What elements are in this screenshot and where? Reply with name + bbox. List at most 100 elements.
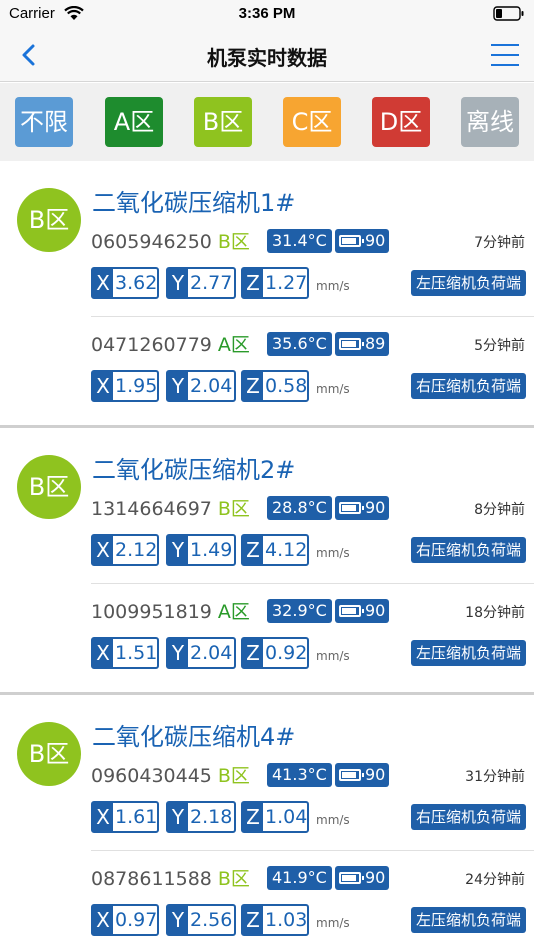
battery-level-icon: [339, 769, 364, 781]
sensor-id-number: 0878611588: [91, 868, 212, 890]
sensor-position-badge: 右压缩机负荷端: [410, 373, 526, 399]
zone-filter-bar: 不限 A区 B区 C区 D区 离线: [0, 83, 534, 161]
vibration-y-readout: Y 1.49: [166, 534, 236, 566]
axis-x-value: 1.95: [115, 375, 158, 397]
battery-level-icon: [339, 338, 364, 350]
last-update-time: 5分钟前: [474, 338, 525, 354]
axis-x-label: X: [93, 536, 113, 564]
sensor-id: 0471260779 A区: [91, 330, 250, 357]
axis-y-label: Y: [168, 536, 188, 564]
vibration-unit: mm/s: [316, 649, 350, 663]
vibration-z-readout: Z 1.04: [241, 801, 309, 833]
battery-percent: 90: [365, 601, 386, 620]
sensor-id-number: 0605946250: [91, 231, 212, 253]
sensor-zone: B区: [217, 765, 250, 787]
last-update-time: 31分钟前: [465, 769, 525, 785]
sensor-id-number: 1009951819: [91, 601, 212, 623]
filter-offline-button[interactable]: 离线: [461, 97, 519, 147]
axis-x-value: 0.97: [115, 909, 158, 931]
vibration-x-readout: X 2.12: [91, 534, 159, 566]
axis-z-value: 1.27: [265, 272, 308, 294]
sensor-divider: [91, 583, 534, 584]
last-update-time: 8分钟前: [474, 502, 525, 518]
sensor-id: 0605946250 B区: [91, 227, 250, 254]
vibration-x-readout: X 1.51: [91, 637, 159, 669]
sensor-position-badge: 左压缩机负荷端: [410, 907, 526, 933]
sensor-id: 0878611588 B区: [91, 864, 250, 891]
vibration-unit: mm/s: [316, 279, 350, 293]
battery-percent: 90: [365, 231, 386, 250]
axis-x-label: X: [93, 906, 113, 934]
battery-badge: 90: [335, 866, 390, 890]
axis-z-value: 1.04: [265, 806, 308, 828]
page-title: 机泵实时数据: [207, 46, 327, 70]
sensor-id: 1314664697 B区: [91, 494, 250, 521]
temperature-badge: 32.9°C: [267, 599, 332, 623]
filter-zone-c-button[interactable]: C区: [283, 97, 341, 147]
vibration-y-readout: Y 2.18: [166, 801, 236, 833]
last-update-time: 18分钟前: [465, 605, 525, 621]
battery-percent: 90: [365, 765, 386, 784]
temperature-badge: 41.9°C: [267, 866, 332, 890]
axis-z-label: Z: [243, 906, 263, 934]
filter-zone-b-button[interactable]: B区: [194, 97, 252, 147]
axis-y-value: 2.04: [190, 375, 233, 397]
temperature-badge: 28.8°C: [267, 496, 332, 520]
vibration-z-readout: Z 1.03: [241, 904, 309, 936]
machine-name: 二氧化碳压缩机2#: [92, 456, 296, 484]
axis-z-label: Z: [243, 536, 263, 564]
machine-card[interactable]: B区 二氧化碳压缩机1# 0605946250 B区 31.4°C 90 7分钟前 X 3.62…: [0, 161, 534, 425]
vibration-x-readout: X 1.61: [91, 801, 159, 833]
axis-y-label: Y: [168, 639, 188, 667]
axis-z-value: 0.58: [265, 375, 308, 397]
axis-y-value: 2.56: [190, 909, 233, 931]
sensor-position-badge: 左压缩机负荷端: [410, 270, 526, 296]
axis-y-value: 2.77: [190, 272, 233, 294]
sensor-position-badge: 右压缩机负荷端: [410, 804, 526, 830]
temperature-badge: 35.6°C: [267, 332, 332, 356]
sensor-id: 0960430445 B区: [91, 761, 250, 788]
vibration-z-readout: Z 1.27: [241, 267, 309, 299]
sensor-zone: B区: [217, 231, 250, 253]
last-update-time: 24分钟前: [465, 872, 525, 888]
battery-level-icon: [339, 872, 364, 884]
battery-badge: 90: [335, 599, 390, 623]
filter-all-button[interactable]: 不限: [15, 97, 73, 147]
navigation-bar: 机泵实时数据: [0, 28, 534, 82]
axis-y-label: Y: [168, 803, 188, 831]
axis-x-value: 1.51: [115, 642, 158, 664]
filter-zone-d-button[interactable]: D区: [372, 97, 430, 147]
filter-zone-a-button[interactable]: A区: [105, 97, 163, 147]
axis-x-value: 3.62: [115, 272, 158, 294]
axis-y-value: 2.18: [190, 806, 233, 828]
machine-card[interactable]: B区 二氧化碳压缩机4# 0960430445 B区 41.3°C 90 31分钟前 X 1.6…: [0, 695, 534, 950]
vibration-z-readout: Z 4.12: [241, 534, 309, 566]
sensor-divider: [91, 316, 534, 317]
vibration-y-readout: Y 2.56: [166, 904, 236, 936]
last-update-time: 7分钟前: [474, 235, 525, 251]
sensor-zone: A区: [217, 601, 250, 623]
axis-y-label: Y: [168, 906, 188, 934]
axis-z-value: 0.92: [265, 642, 308, 664]
vibration-x-readout: X 1.95: [91, 370, 159, 402]
sensor-id-number: 1314664697: [91, 498, 212, 520]
axis-x-label: X: [93, 372, 113, 400]
battery-percent: 90: [365, 868, 386, 887]
machine-name: 二氧化碳压缩机4#: [92, 723, 296, 751]
menu-icon[interactable]: [490, 42, 520, 68]
vibration-z-readout: Z 0.92: [241, 637, 309, 669]
vibration-unit: mm/s: [316, 813, 350, 827]
battery-badge: 89: [335, 332, 390, 356]
axis-y-label: Y: [168, 269, 188, 297]
clock: 3:36 PM: [238, 5, 296, 22]
vibration-unit: mm/s: [316, 916, 350, 930]
vibration-z-readout: Z 0.58: [241, 370, 309, 402]
axis-z-value: 1.03: [265, 909, 308, 931]
axis-y-value: 2.04: [190, 642, 233, 664]
machine-card[interactable]: B区 二氧化碳压缩机2# 1314664697 B区 28.8°C 90 8分钟前 X 2.12…: [0, 428, 534, 692]
sensor-id-number: 0960430445: [91, 765, 212, 787]
axis-x-label: X: [93, 639, 113, 667]
sensor-divider: [91, 850, 534, 851]
sensor-zone: B区: [217, 868, 250, 890]
sensor-id: 1009951819 A区: [91, 597, 250, 624]
